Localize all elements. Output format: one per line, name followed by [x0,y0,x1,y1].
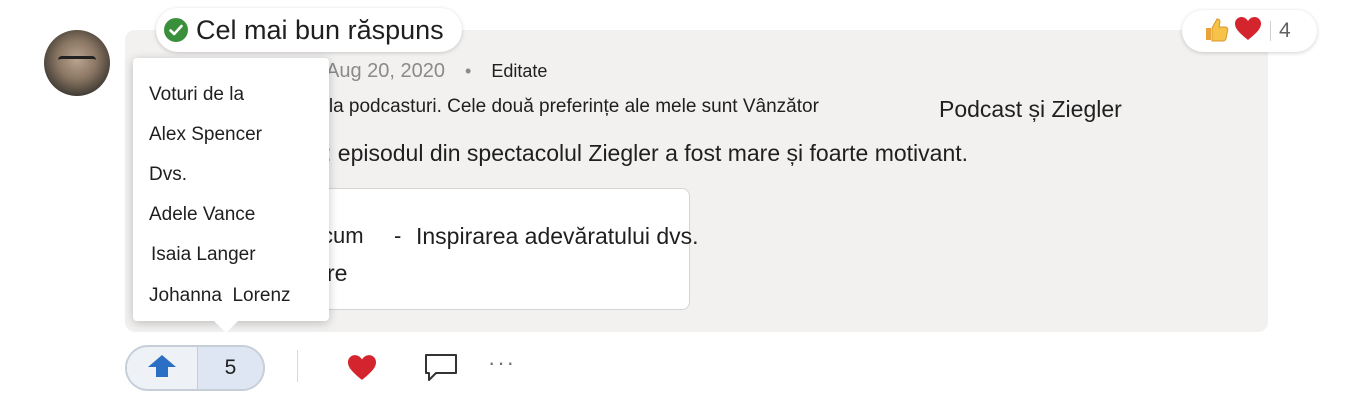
comment-icon [424,354,458,387]
link-preview-title[interactable]: Inspirarea adevăratului dvs. [416,223,699,250]
heart-icon [1234,16,1262,47]
voter-name[interactable]: Dvs. [149,164,187,186]
author-avatar[interactable] [44,30,110,96]
voter-name[interactable]: Adele Vance [149,204,255,226]
like-button[interactable] [346,354,378,387]
meta-separator: • [465,61,472,81]
voters-header: Voturi de la [149,84,245,105]
avatar-glasses-detail [58,56,96,69]
post-body-line1-start: g la podcasturi. Cele două preferințe al… [313,96,819,117]
vote-count: 5 [198,347,263,389]
upvote-button[interactable] [127,347,198,389]
more-options-button[interactable]: ··· [488,350,516,376]
reactions-count: 4 [1279,19,1291,42]
voter-name[interactable]: Alex Spencer [149,124,262,146]
post-body-line1-end: Podcast și Ziegler [939,96,1122,122]
reactions-summary[interactable]: 4 [1182,10,1317,52]
reply-button[interactable] [424,353,458,388]
post-date: Aug 20, 2020 [326,60,445,82]
voter-name[interactable]: Johanna Lorenz [149,285,291,307]
checkmark-icon [164,18,188,42]
post-body-line2: : episodul din spectacolul Ziegler a fos… [325,140,969,166]
vote-control[interactable]: 5 [125,345,265,391]
reactions-divider [1270,21,1271,41]
best-answer-badge: Cel mai bun răspuns [156,8,462,52]
post-meta: Aug 20, 2020 • Editate [326,60,547,83]
upvote-arrow-icon [147,354,177,383]
actions-divider [297,350,298,382]
edited-label: Editate [491,61,548,81]
voters-popup: Voturi de la Alex Spencer Dvs. Adele Van… [133,58,329,333]
voter-name[interactable]: Isaia Langer [151,244,256,266]
best-answer-label: Cel mai bun răspuns [196,14,444,45]
thumbs-up-icon [1202,15,1230,47]
link-preview-dash: - [394,223,402,248]
link-preview-fragment-2: re [327,260,348,286]
heart-icon [346,355,378,386]
